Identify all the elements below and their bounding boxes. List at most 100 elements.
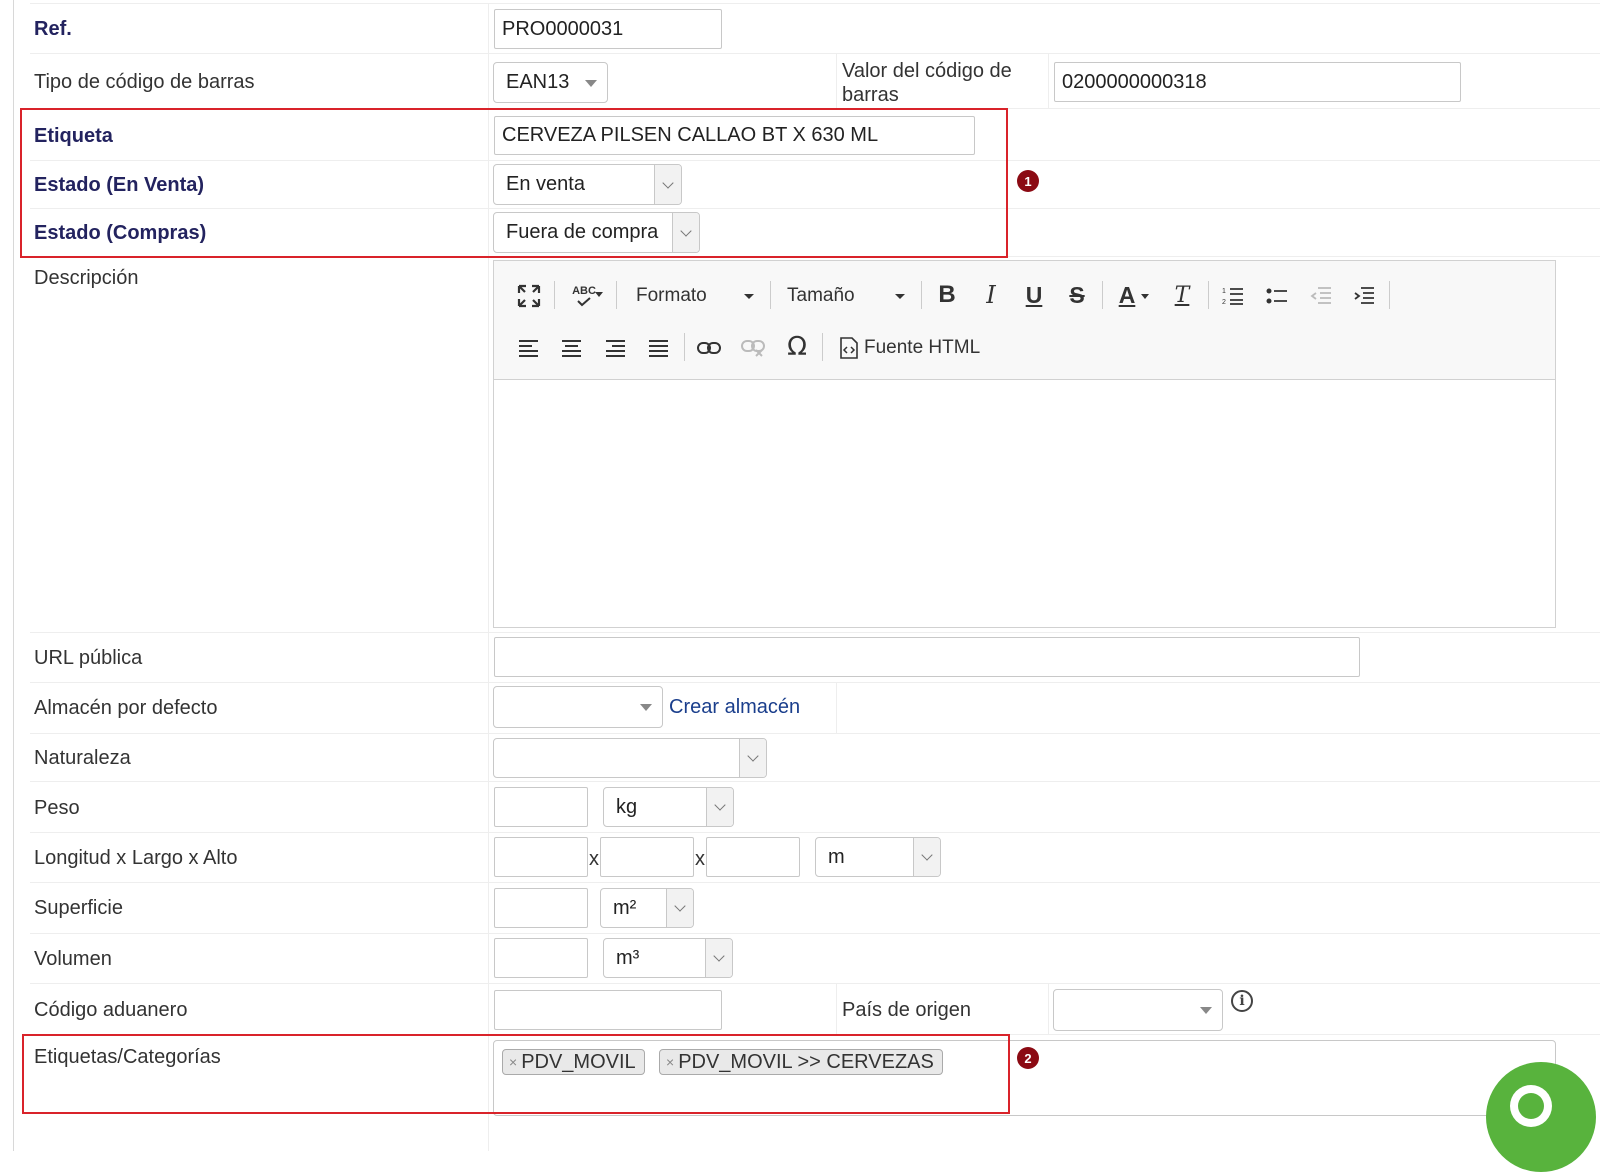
- source-code-icon[interactable]: [837, 333, 861, 363]
- chevron-down-icon: [674, 900, 686, 912]
- superficie-label: Superficie: [34, 897, 123, 919]
- size-dropdown[interactable]: Tamaño: [787, 281, 867, 311]
- peso-unit-value: kg: [616, 795, 638, 818]
- toolbar-separator: [822, 333, 823, 361]
- increase-indent-icon[interactable]: [1349, 281, 1379, 311]
- text-color-caret-icon[interactable]: [1140, 291, 1150, 301]
- url-publica-label: URL pública: [34, 647, 143, 669]
- pais-origen-label: País de origen: [842, 999, 971, 1021]
- dimension-unit-value: m: [828, 845, 845, 868]
- volumen-unit-value: m³: [616, 946, 640, 969]
- volumen-input[interactable]: [494, 938, 588, 978]
- row-divider: [30, 632, 1600, 633]
- highlight-box-1: [20, 108, 1008, 258]
- peso-unit-select[interactable]: kg: [603, 787, 734, 827]
- volumen-unit-select[interactable]: m³: [603, 938, 733, 978]
- left-frame-border: [13, 0, 14, 1151]
- alto-input[interactable]: [706, 837, 800, 877]
- column-divider: [1048, 54, 1049, 108]
- link-icon[interactable]: [694, 333, 724, 363]
- superficie-unit-value: m²: [613, 896, 637, 919]
- codigo-aduanero-input[interactable]: [494, 990, 722, 1030]
- highlight-box-2: [22, 1034, 1010, 1114]
- chevron-down-icon: [713, 950, 725, 962]
- toolbar-separator: [616, 281, 617, 309]
- size-dropdown-caret-icon[interactable]: [895, 291, 905, 301]
- toolbar-separator: [684, 333, 685, 361]
- row-divider: [30, 882, 1600, 883]
- description-editor: ABC Formato Tamaño B I U S A T 12 Ω Fuen…: [493, 260, 1556, 628]
- numbered-list-icon[interactable]: 12: [1218, 281, 1248, 311]
- align-center-icon[interactable]: [557, 333, 587, 363]
- dimension-unit-select[interactable]: m: [815, 837, 941, 877]
- chevron-down-icon: [921, 849, 933, 861]
- ref-input[interactable]: PRO0000031: [494, 9, 722, 49]
- toolbar-separator: [1389, 281, 1390, 309]
- crear-almacen-link[interactable]: Crear almacén: [669, 696, 800, 719]
- row-divider: [30, 983, 1600, 984]
- descripcion-label: Descripción: [34, 267, 139, 289]
- dimensiones-label: Longitud x Largo x Alto: [34, 847, 238, 869]
- maximize-icon[interactable]: [514, 281, 544, 311]
- barcode-type-select[interactable]: EAN13: [493, 62, 608, 103]
- volumen-label: Volumen: [34, 948, 112, 970]
- decrease-indent-icon: [1306, 281, 1336, 311]
- toolbar-separator: [554, 281, 555, 309]
- editor-content-area[interactable]: [494, 380, 1555, 627]
- source-html-button[interactable]: Fuente HTML: [864, 333, 984, 363]
- align-left-icon[interactable]: [514, 333, 544, 363]
- text-color-icon[interactable]: A: [1112, 279, 1142, 311]
- format-dropdown[interactable]: Formato: [636, 281, 716, 311]
- spellcheck-dropdown-caret-icon[interactable]: [594, 289, 604, 299]
- dropdown-button[interactable]: [739, 739, 766, 777]
- superficie-input[interactable]: [494, 888, 588, 928]
- info-icon[interactable]: i: [1231, 990, 1253, 1012]
- dropdown-button[interactable]: [913, 838, 940, 876]
- chevron-down-icon: [714, 799, 726, 811]
- barcode-value-input[interactable]: 0200000000318: [1054, 62, 1461, 102]
- almacen-label: Almacén por defecto: [34, 697, 218, 719]
- toolbar-separator: [1208, 281, 1209, 309]
- dropdown-button[interactable]: [666, 889, 693, 927]
- strikethrough-icon[interactable]: S: [1062, 279, 1092, 311]
- format-dropdown-caret-icon[interactable]: [744, 291, 754, 301]
- codigo-aduanero-label: Código aduanero: [34, 999, 188, 1021]
- longitud-input[interactable]: [494, 837, 588, 877]
- chevron-down-icon: [747, 750, 759, 762]
- largo-input[interactable]: [600, 837, 694, 877]
- row-divider: [30, 733, 1600, 734]
- editor-toolbar: ABC Formato Tamaño B I U S A T 12 Ω Fuen…: [494, 261, 1555, 380]
- row-divider: [30, 832, 1600, 833]
- special-character-icon[interactable]: Ω: [782, 331, 812, 363]
- peso-input[interactable]: [494, 787, 588, 827]
- peso-label: Peso: [34, 797, 80, 819]
- toolbar-separator: [921, 281, 922, 309]
- align-right-icon[interactable]: [601, 333, 631, 363]
- row-divider: [30, 933, 1600, 934]
- dropdown-button[interactable]: [706, 788, 733, 826]
- superficie-unit-select[interactable]: m²: [600, 888, 694, 928]
- callout-badge-1: 1: [1017, 170, 1039, 192]
- barcode-value-label: Valor del código de barras: [842, 60, 1012, 106]
- remove-format-icon[interactable]: T: [1167, 279, 1197, 311]
- form-top-border: [30, 3, 1600, 4]
- spellcheck-label: ABC: [572, 284, 596, 297]
- url-publica-input[interactable]: [494, 637, 1360, 677]
- justify-icon[interactable]: [644, 333, 674, 363]
- unlink-icon: [738, 333, 768, 363]
- column-divider: [836, 54, 837, 108]
- svg-text:2: 2: [1222, 299, 1226, 306]
- almacen-select[interactable]: [493, 686, 663, 728]
- naturaleza-select[interactable]: [493, 738, 767, 778]
- pais-origen-select[interactable]: [1053, 989, 1223, 1031]
- dimension-separator: x: [589, 848, 599, 870]
- barcode-type-label: Tipo de código de barras: [34, 71, 255, 93]
- bullet-list-icon[interactable]: [1262, 281, 1292, 311]
- dropdown-button[interactable]: [705, 939, 732, 977]
- ref-label: Ref.: [34, 18, 72, 40]
- column-divider: [1048, 984, 1049, 1034]
- italic-icon[interactable]: I: [976, 279, 1006, 311]
- callout-badge-2: 2: [1017, 1047, 1039, 1069]
- underline-icon[interactable]: U: [1019, 279, 1049, 311]
- bold-icon[interactable]: B: [932, 279, 962, 311]
